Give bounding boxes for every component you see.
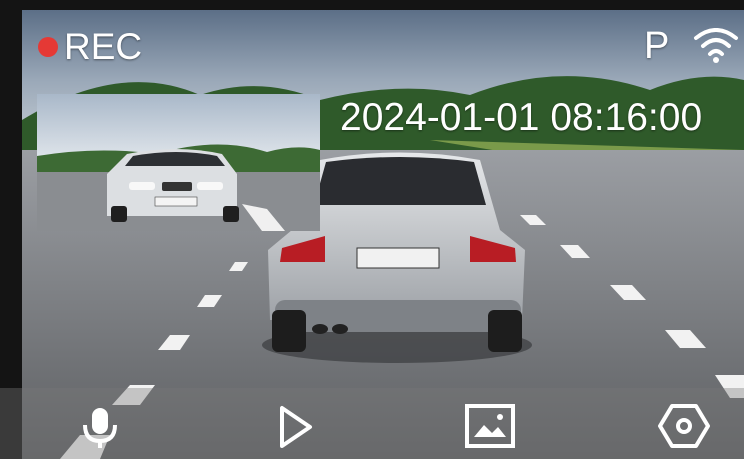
rec-label: REC xyxy=(64,26,143,67)
front-camera-pip[interactable] xyxy=(37,94,320,231)
record-dot-icon xyxy=(38,37,58,57)
play-button[interactable] xyxy=(268,398,324,454)
timestamp: 2024-01-01 08:16:00 xyxy=(340,96,703,139)
settings-icon xyxy=(658,404,710,448)
recording-indicator: REC xyxy=(38,26,142,68)
settings-button[interactable] xyxy=(656,398,712,454)
wifi-icon[interactable] xyxy=(692,28,740,64)
parking-mode-indicator: P xyxy=(644,25,670,67)
play-icon xyxy=(280,406,312,448)
gallery-icon xyxy=(465,404,515,448)
microphone-button[interactable] xyxy=(72,398,128,454)
gallery-button[interactable] xyxy=(462,398,518,454)
microphone-icon xyxy=(83,408,117,448)
